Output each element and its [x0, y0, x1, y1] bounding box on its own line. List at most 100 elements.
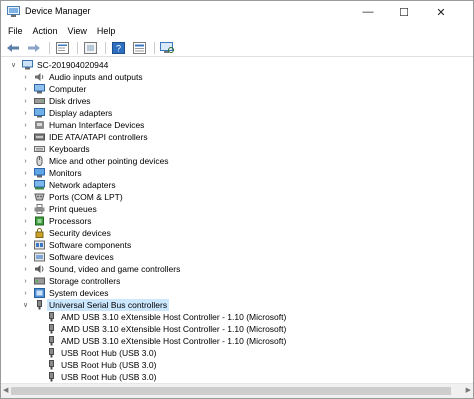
tree-item-label: Human Interface Devices	[49, 120, 145, 130]
processor-icon	[35, 216, 44, 226]
help-button[interactable]: ?	[110, 41, 126, 55]
monitor-icon	[34, 168, 45, 178]
device-manager-app-icon	[7, 6, 20, 17]
toolbar-separator	[77, 41, 78, 54]
tree-item-label: IDE ATA/ATAPI controllers	[49, 132, 148, 142]
expand-chevron-icon[interactable]: ›	[21, 179, 30, 191]
menu-bar: File Action View Help	[1, 23, 473, 39]
collapse-chevron-icon[interactable]: ∨	[21, 299, 30, 311]
expand-chevron-icon[interactable]: ›	[21, 119, 30, 131]
hid-icon	[35, 121, 44, 129]
expand-chevron-icon[interactable]: ›	[21, 167, 30, 179]
properties-button[interactable]	[54, 41, 70, 55]
details-icon	[132, 41, 146, 54]
tree-item-usb-controllers[interactable]: ∨ Universal Serial Bus controllers	[21, 299, 170, 311]
scroll-left-arrow-icon[interactable]: ◀	[3, 386, 8, 394]
keyboard-icon	[34, 146, 45, 152]
expand-chevron-icon[interactable]: ›	[21, 131, 30, 143]
tree-item-usb-device[interactable]: USB Root Hub (USB 3.0)	[46, 371, 156, 383]
tree-item-usb-device[interactable]: AMD USB 3.10 eXtensible Host Controller …	[46, 323, 286, 335]
usb-device-icon	[49, 348, 54, 358]
tree-item-sound-controllers[interactable]: › Sound, video and game controllers	[21, 263, 180, 275]
tree-item-label: AMD USB 3.10 eXtensible Host Controller …	[61, 324, 287, 334]
tree-item-disk-drives[interactable]: › Disk drives	[21, 95, 91, 107]
expand-chevron-icon[interactable]: ›	[21, 263, 30, 275]
tree-item-keyboards[interactable]: › Keyboards	[21, 143, 89, 155]
expand-chevron-icon[interactable]: ›	[21, 95, 30, 107]
maximize-button[interactable]: ☐	[389, 1, 419, 23]
tree-item-hid[interactable]: › Human Interface Devices	[21, 119, 144, 131]
properties-icon	[55, 41, 69, 54]
monitor-scan-icon	[160, 41, 174, 53]
tree-item-audio[interactable]: › Audio inputs and outputs	[21, 71, 142, 83]
expand-chevron-icon[interactable]: ›	[21, 83, 30, 95]
tree-item-label: Universal Serial Bus controllers	[47, 299, 170, 311]
tree-item-usb-device[interactable]: AMD USB 3.10 eXtensible Host Controller …	[46, 335, 286, 347]
expand-chevron-icon[interactable]: ›	[21, 191, 30, 203]
software-component-icon	[34, 240, 45, 250]
tree-item-label: Disk drives	[49, 96, 91, 106]
expand-chevron-icon[interactable]: ›	[21, 215, 30, 227]
tree-item-label: Processors	[49, 216, 92, 226]
tree-item-system-devices[interactable]: › System devices	[21, 287, 109, 299]
tree-item-label: USB Root Hub (USB 3.0)	[61, 348, 157, 358]
tree-item-print-queues[interactable]: › Print queues	[21, 203, 97, 215]
usb-device-icon	[49, 372, 54, 382]
security-device-icon	[35, 228, 44, 238]
usb-device-icon	[49, 360, 54, 370]
menu-help[interactable]: Help	[92, 26, 121, 36]
scan-hardware-button[interactable]	[159, 41, 175, 55]
expand-chevron-icon[interactable]: ›	[21, 239, 30, 251]
ide-controller-icon	[34, 133, 45, 141]
computer-root-icon	[22, 60, 33, 70]
forward-button[interactable]	[26, 41, 42, 55]
close-button[interactable]: ✕	[426, 1, 456, 23]
minimize-button[interactable]: —	[353, 1, 383, 23]
expand-chevron-icon[interactable]: ›	[21, 107, 30, 119]
expand-chevron-icon[interactable]: ›	[21, 143, 30, 155]
expand-chevron-icon[interactable]: ›	[21, 71, 30, 83]
tree-item-network-adapters[interactable]: › Network adapters	[21, 179, 116, 191]
tree-item-usb-device[interactable]: USB Root Hub (USB 3.0)	[46, 347, 156, 359]
expand-chevron-icon[interactable]: ›	[21, 251, 30, 263]
expand-chevron-icon[interactable]: ›	[21, 275, 30, 287]
mouse-icon	[36, 156, 43, 166]
expand-chevron-icon[interactable]: ›	[21, 287, 30, 299]
tree-item-computer[interactable]: › Computer	[21, 83, 86, 95]
tree-item-label: USB Root Hub (USB 3.0)	[61, 372, 157, 382]
tree-item-label: AMD USB 3.10 eXtensible Host Controller …	[61, 312, 287, 322]
tree-item-display-adapters[interactable]: › Display adapters	[21, 107, 112, 119]
menu-view[interactable]: View	[63, 26, 92, 36]
expand-chevron-icon[interactable]: ›	[21, 155, 30, 167]
collapse-chevron-icon[interactable]: ∨	[9, 59, 18, 71]
menu-action[interactable]: Action	[28, 26, 63, 36]
tree-item-software-devices[interactable]: › Software devices	[21, 251, 113, 263]
tree-item-software-components[interactable]: › Software components	[21, 239, 131, 251]
tree-item-usb-device[interactable]: AMD USB 3.10 eXtensible Host Controller …	[46, 311, 286, 323]
title-bar[interactable]: Device Manager — ☐ ✕	[1, 1, 473, 23]
expand-chevron-icon[interactable]: ›	[21, 227, 30, 239]
menu-file[interactable]: File	[3, 26, 28, 36]
tree-item-label: System devices	[49, 288, 109, 298]
usb-device-icon	[49, 312, 54, 322]
tree-item-label: Storage controllers	[49, 276, 121, 286]
display-adapter-icon	[34, 108, 45, 118]
tree-root[interactable]: ∨ SC-201904020944	[9, 59, 108, 71]
details-button[interactable]	[131, 41, 147, 55]
tree-item-processors[interactable]: › Processors	[21, 215, 92, 227]
tree-item-ide-controllers[interactable]: › IDE ATA/ATAPI controllers	[21, 131, 148, 143]
tree-item-storage-controllers[interactable]: › Storage controllers	[21, 275, 120, 287]
back-button[interactable]	[5, 41, 21, 55]
tree-item-security-devices[interactable]: › Security devices	[21, 227, 111, 239]
scrollbar-thumb[interactable]	[11, 387, 451, 395]
tree-item-ports[interactable]: › Ports (COM & LPT)	[21, 191, 122, 203]
update-driver-button[interactable]	[82, 41, 98, 55]
scroll-right-arrow-icon[interactable]: ▶	[466, 386, 471, 394]
expand-chevron-icon[interactable]: ›	[21, 203, 30, 215]
sound-controller-icon	[35, 265, 44, 273]
tree-item-label: Display adapters	[49, 108, 113, 118]
tree-item-monitors[interactable]: › Monitors	[21, 167, 82, 179]
tree-item-usb-device[interactable]: USB Root Hub (USB 3.0)	[46, 359, 156, 371]
horizontal-scrollbar[interactable]: ◀ ▶	[1, 383, 473, 398]
tree-item-mice[interactable]: › Mice and other pointing devices	[21, 155, 169, 167]
